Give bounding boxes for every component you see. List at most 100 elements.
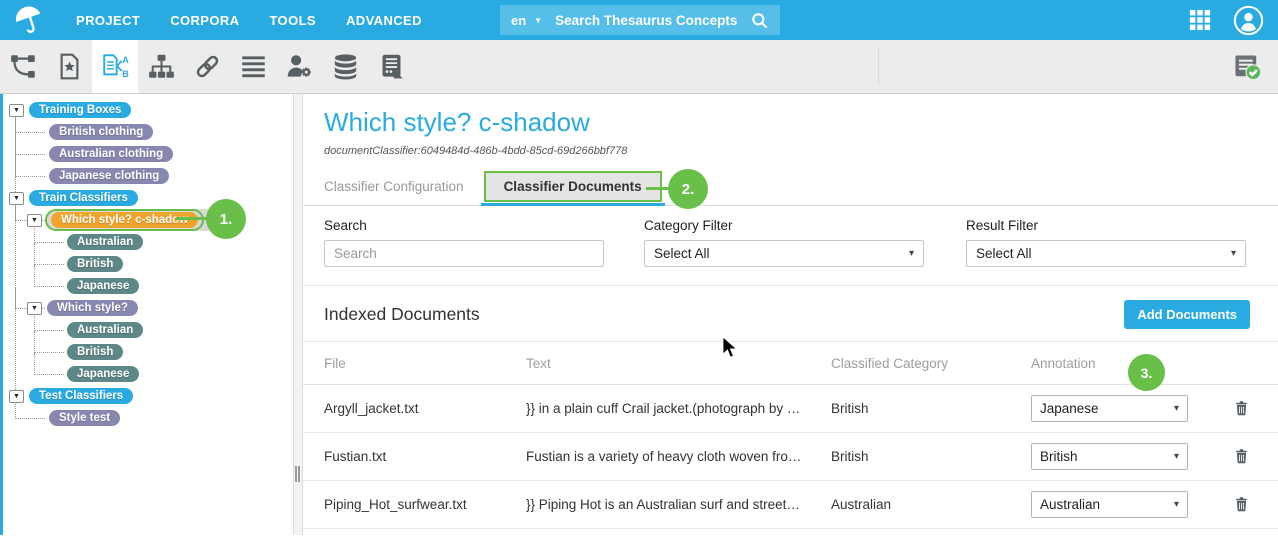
expand-arrow-icon[interactable]: ▼ [27, 214, 42, 227]
tree-row: ▼ Test Classifiers [3, 385, 293, 407]
expand-arrow-icon[interactable]: ▼ [9, 390, 24, 403]
classified-category-cell: British [831, 449, 1031, 464]
apps-grid-icon[interactable] [1189, 9, 1211, 31]
result-filter-select[interactable]: Select All ▾ [966, 240, 1246, 267]
annotation-value: British [1040, 449, 1078, 464]
chevron-down-icon: ▾ [909, 248, 914, 259]
tree-row: Australian clothing [3, 143, 293, 165]
column-annotation: Annotation [1031, 356, 1208, 371]
nav-item-tools[interactable]: TOOLS [269, 13, 316, 28]
tree-row: ▼ Train Classifiers [3, 187, 293, 209]
report-check-icon[interactable] [1232, 52, 1262, 82]
text-cell: }} in a plain cuff Crail jacket.(photogr… [526, 401, 831, 416]
tree-item[interactable]: British [67, 344, 123, 360]
user-avatar-icon[interactable] [1233, 5, 1264, 36]
search-language-select[interactable]: en [511, 13, 526, 28]
tree-item[interactable]: Test Classifiers [29, 388, 133, 404]
chevron-down-icon: ▾ [1174, 499, 1179, 510]
tree-row: Japanese [3, 275, 293, 297]
delete-icon[interactable] [1233, 495, 1250, 514]
annotation-value: Japanese [1040, 401, 1099, 416]
delete-icon[interactable] [1233, 447, 1250, 466]
tree: ▼ Training Boxes British clothing Australia… [3, 99, 293, 429]
taxonomy-tree-panel: ▼ Training Boxes British clothing Australia… [0, 94, 293, 535]
expand-arrow-icon[interactable]: ▼ [9, 192, 24, 205]
tree-connector [34, 243, 64, 265]
file-cell: Argyll_jacket.txt [324, 401, 526, 416]
tree-row: Japanese clothing [3, 165, 293, 187]
tree-item[interactable]: British [67, 256, 123, 272]
thesaurus-search[interactable]: en ▼ Search Thesaurus Concepts [500, 5, 780, 35]
nav-item-project[interactable]: PROJECT [76, 13, 140, 28]
tree-item[interactable]: Japanese clothing [49, 168, 169, 184]
tree-item[interactable]: Style test [49, 410, 120, 426]
tree-item[interactable]: Which style? [47, 300, 138, 316]
hierarchy-icon[interactable] [138, 40, 184, 93]
page-title: Which style? c-shadow [324, 107, 1250, 138]
table-row: Fustian.txt Fustian is a variety of heav… [303, 433, 1278, 481]
annotation-select[interactable]: Japanese ▾ [1031, 395, 1188, 422]
category-filter-label: Category Filter [644, 218, 924, 233]
tree-connector [15, 155, 45, 177]
search-input[interactable]: Search Thesaurus Concepts [555, 13, 750, 28]
tree-item[interactable]: Australian [67, 322, 143, 338]
divider [303, 285, 1278, 286]
tree-item[interactable]: Australian [67, 234, 143, 250]
chevron-down-icon: ▼ [534, 16, 542, 25]
nav-item-corpora[interactable]: CORPORA [170, 13, 239, 28]
link-icon[interactable] [184, 40, 230, 93]
tree-selection: Which style? c-shadow [45, 209, 217, 231]
server-database-icon[interactable] [368, 40, 414, 93]
tree-connector [34, 331, 64, 353]
step-badge-2: 2. [668, 169, 708, 209]
delete-icon[interactable] [1233, 399, 1250, 418]
indexed-documents-heading: Indexed Documents [324, 304, 480, 325]
panel-splitter[interactable] [293, 94, 303, 535]
main-content: Which style? c-shadow documentClassifier… [303, 94, 1278, 535]
chevron-down-icon: ▾ [1174, 403, 1179, 414]
tree-connector [34, 353, 64, 375]
file-cell: Fustian.txt [324, 449, 526, 464]
nav-item-advanced[interactable]: ADVANCED [346, 13, 422, 28]
search-icon[interactable] [750, 11, 769, 30]
tree-item[interactable]: Training Boxes [29, 102, 131, 118]
tree-row: Japanese [3, 363, 293, 385]
filter-row: Search Search Category Filter Select All… [324, 218, 1250, 267]
tab-classifier-documents[interactable]: Classifier Documents [484, 171, 662, 202]
tree-item[interactable]: Japanese [67, 366, 139, 382]
annotation-connector [176, 217, 210, 220]
tab-classifier-configuration[interactable]: Classifier Configuration [324, 179, 464, 194]
user-settings-icon[interactable] [276, 40, 322, 93]
text-cell: }} Piping Hot is an Australian surf and … [526, 497, 831, 512]
tree-item[interactable]: Which style? c-shadow [51, 212, 198, 228]
splitter-grip-icon[interactable] [295, 466, 300, 482]
expand-arrow-icon[interactable]: ▼ [27, 302, 42, 315]
list-icon[interactable] [230, 40, 276, 93]
tree-row: Style test [3, 407, 293, 429]
annotation-select[interactable]: Australian ▾ [1031, 491, 1188, 518]
tree-item[interactable]: Japanese [67, 278, 139, 294]
annotation-select[interactable]: British ▾ [1031, 443, 1188, 470]
file-cell: Piping_Hot_surfwear.txt [324, 497, 526, 512]
column-file: File [324, 356, 526, 371]
documents-search-input[interactable]: Search [324, 240, 604, 267]
search-label: Search [324, 218, 604, 233]
database-icon[interactable] [322, 40, 368, 93]
toolbar-divider [878, 48, 879, 85]
svg-text:B: B [122, 69, 129, 79]
category-filter-select[interactable]: Select All ▾ [644, 240, 924, 267]
starred-document-icon[interactable] [46, 40, 92, 93]
expand-arrow-icon[interactable]: ▼ [9, 104, 24, 117]
document-classifier-icon[interactable]: AB [92, 40, 138, 93]
documents-table: Argyll_jacket.txt }} in a plain cuff Cra… [324, 385, 1250, 529]
annotation-value: Australian [1040, 497, 1100, 512]
tree-item[interactable]: Australian clothing [49, 146, 173, 162]
chevron-down-icon: ▾ [1231, 248, 1236, 259]
annotation-ellipse: Which style? c-shadow [45, 209, 204, 231]
tree-item[interactable]: British clothing [49, 124, 153, 140]
add-documents-button[interactable]: Add Documents [1124, 300, 1250, 329]
tree-item[interactable]: Train Classifiers [29, 190, 138, 206]
step-badge-3: 3. [1128, 354, 1165, 391]
bezier-curve-icon[interactable] [0, 40, 46, 93]
tabs: Classifier Configuration Classifier Docu… [303, 168, 1278, 206]
